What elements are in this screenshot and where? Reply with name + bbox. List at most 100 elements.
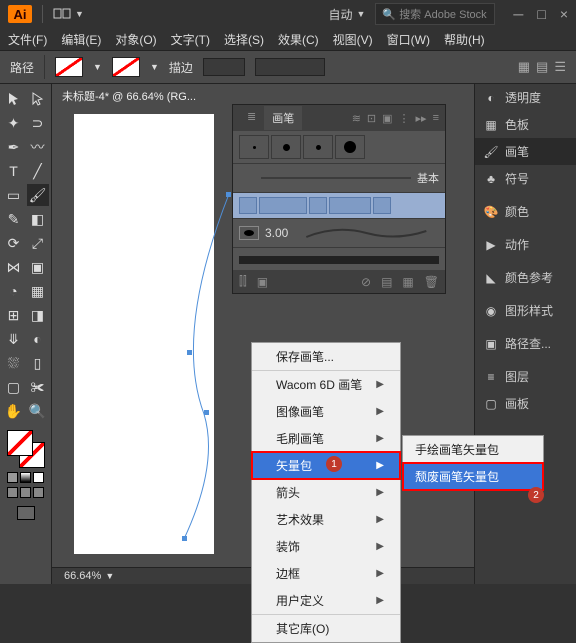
document-tab[interactable]: 未标题-4* @ 66.64% (RG... xyxy=(52,84,206,108)
artboard-tool[interactable]: ▢ xyxy=(3,376,25,398)
type-tool[interactable]: T xyxy=(3,160,25,182)
selection-tool[interactable] xyxy=(3,88,25,110)
panel-pathfinder[interactable]: ▣路径查... xyxy=(475,330,576,357)
panel-header[interactable]: ≣ 画笔 ≋ ⊡ ▣ ⋮ ▸▸ ≡ xyxy=(233,105,445,131)
profile-dropdown[interactable] xyxy=(255,58,325,76)
menu-effect[interactable]: 效果(C) xyxy=(278,31,319,48)
delete-icon[interactable]: 🗑 xyxy=(424,275,439,289)
rotate-tool[interactable]: ⟳ xyxy=(3,232,25,254)
gradient-tool[interactable]: ◨ xyxy=(27,304,49,326)
menu-item-save-brush[interactable]: 保存画笔... xyxy=(252,343,400,371)
eraser-tool[interactable]: ◧ xyxy=(27,208,49,230)
close-button[interactable]: × xyxy=(560,6,568,22)
scale-tool[interactable]: ⤢ xyxy=(27,232,49,254)
search-input[interactable]: 🔍 搜索 Adobe Stock xyxy=(375,3,495,25)
menu-item-artistic[interactable]: 艺术效果▶ xyxy=(252,506,400,533)
menu-item-user-defined[interactable]: 用户定义▶ xyxy=(252,587,400,615)
library-icon[interactable]: ⫿⫿ xyxy=(239,274,247,289)
menu-icon[interactable]: ≡ xyxy=(433,112,439,125)
zoom-level[interactable]: 66.64% xyxy=(64,570,101,582)
brush-thumb[interactable] xyxy=(271,135,301,159)
bristle-brush-row[interactable] xyxy=(233,248,445,270)
menu-file[interactable]: 文件(F) xyxy=(8,31,47,48)
shaper-tool[interactable]: ✎ xyxy=(3,208,25,230)
panel-color[interactable]: 🎨颜色 xyxy=(475,198,576,225)
anchor-point[interactable] xyxy=(204,410,209,415)
panel-icon[interactable]: ▦ xyxy=(518,59,530,75)
minimize-button[interactable]: ─ xyxy=(513,6,523,22)
shape-builder-tool[interactable]: ◔ xyxy=(3,280,25,302)
draw-mode[interactable] xyxy=(7,487,18,498)
hdr-icon[interactable]: ▣ xyxy=(382,112,392,125)
panel-artboards[interactable]: ▢画板 xyxy=(475,390,576,417)
maximize-button[interactable]: □ xyxy=(537,6,545,22)
mesh-tool[interactable]: ⊞ xyxy=(3,304,25,326)
menu-window[interactable]: 窗口(W) xyxy=(387,31,430,48)
pen-tool[interactable]: ✒ xyxy=(3,136,25,158)
pattern-brush-row[interactable] xyxy=(233,193,445,219)
slice-tool[interactable]: ✀ xyxy=(27,376,49,398)
panel-icon[interactable]: ▤ xyxy=(536,59,548,75)
free-transform-tool[interactable]: ▣ xyxy=(27,256,49,278)
column-graph-tool[interactable]: ▯ xyxy=(27,352,49,374)
eyedropper-tool[interactable]: ⤋ xyxy=(3,328,25,350)
paintbrush-tool[interactable]: 🖌 xyxy=(27,184,49,206)
panel-actions[interactable]: ▶动作 xyxy=(475,231,576,258)
chevron-down-icon[interactable]: ▼ xyxy=(150,62,159,72)
gradient-mode[interactable] xyxy=(20,472,31,483)
menu-item-image-brush[interactable]: 图像画笔▶ xyxy=(252,398,400,425)
menu-item-borders[interactable]: 边框▶ xyxy=(252,560,400,587)
anchor-point[interactable] xyxy=(182,536,187,541)
symbol-sprayer-tool[interactable]: ⛆ xyxy=(3,352,25,374)
new-brush-icon[interactable]: ▦ xyxy=(402,275,413,289)
menu-item-decorative[interactable]: 装饰▶ xyxy=(252,533,400,560)
panel-color-guide[interactable]: ◣颜色参考 xyxy=(475,264,576,291)
auto-dropdown[interactable]: 自动 ▼ xyxy=(328,6,365,23)
chevron-down-icon[interactable]: ▼ xyxy=(105,571,114,581)
stroke-weight-dropdown[interactable] xyxy=(203,58,245,76)
line-tool[interactable]: ╱ xyxy=(27,160,49,182)
menu-item-wacom[interactable]: Wacom 6D 画笔▶ xyxy=(252,371,400,398)
submenu-item-hand-drawn[interactable]: 手绘画笔矢量包 xyxy=(403,436,543,463)
brush-thumb[interactable] xyxy=(303,135,333,159)
submenu-item-grunge[interactable]: 颓废画笔矢量包 xyxy=(403,463,543,490)
basic-brush-row[interactable]: 基本 xyxy=(233,164,445,193)
chevron-down-icon[interactable]: ▼ xyxy=(93,62,102,72)
menu-item-other-library[interactable]: 其它库(O) xyxy=(252,615,400,642)
anchor-point[interactable] xyxy=(226,192,231,197)
panel-brushes[interactable]: 🖌画笔 xyxy=(475,138,576,165)
width-tool[interactable]: ⋈ xyxy=(3,256,25,278)
stroke-swatch[interactable] xyxy=(112,57,140,77)
blend-tool[interactable]: ◐ xyxy=(27,328,49,350)
draw-mode[interactable] xyxy=(20,487,31,498)
tab-brushes[interactable]: 画笔 xyxy=(264,106,302,130)
magic-wand-tool[interactable]: ✦ xyxy=(3,112,25,134)
fill-color[interactable] xyxy=(7,430,33,456)
zoom-tool[interactable]: 🔍 xyxy=(27,400,49,422)
direct-select-tool[interactable] xyxy=(27,88,49,110)
hdr-icon[interactable]: ⊡ xyxy=(367,112,376,125)
menu-edit[interactable]: 编辑(E) xyxy=(61,31,101,48)
panel-icon[interactable]: ☰ xyxy=(554,59,566,75)
menu-object[interactable]: 对象(O) xyxy=(115,31,156,48)
panel-graphic-styles[interactable]: ◉图形样式 xyxy=(475,297,576,324)
hdr-icon[interactable]: ≋ xyxy=(352,112,361,125)
brush-thumb[interactable] xyxy=(335,135,365,159)
panel-layers[interactable]: ≡图层 xyxy=(475,363,576,390)
menu-help[interactable]: 帮助(H) xyxy=(444,31,485,48)
hdr-icon[interactable]: ⋮ xyxy=(399,112,410,125)
none-mode[interactable] xyxy=(33,472,44,483)
perspective-tool[interactable]: ▦ xyxy=(27,280,49,302)
menu-select[interactable]: 选择(S) xyxy=(224,31,264,48)
menu-type[interactable]: 文字(T) xyxy=(171,31,210,48)
rectangle-tool[interactable]: ▭ xyxy=(3,184,25,206)
fill-stroke-swatch[interactable] xyxy=(7,430,45,468)
menu-item-arrows[interactable]: 箭头▶ xyxy=(252,479,400,506)
curvature-tool[interactable]: 〰 xyxy=(27,136,49,158)
menu-view[interactable]: 视图(V) xyxy=(333,31,373,48)
panel-swatches[interactable]: ▦色板 xyxy=(475,111,576,138)
brush-thumb[interactable] xyxy=(239,135,269,159)
remove-stroke-icon[interactable]: ⊘ xyxy=(361,275,371,289)
screen-mode[interactable] xyxy=(17,506,35,520)
collapse-icon[interactable]: ▸▸ xyxy=(416,112,427,125)
